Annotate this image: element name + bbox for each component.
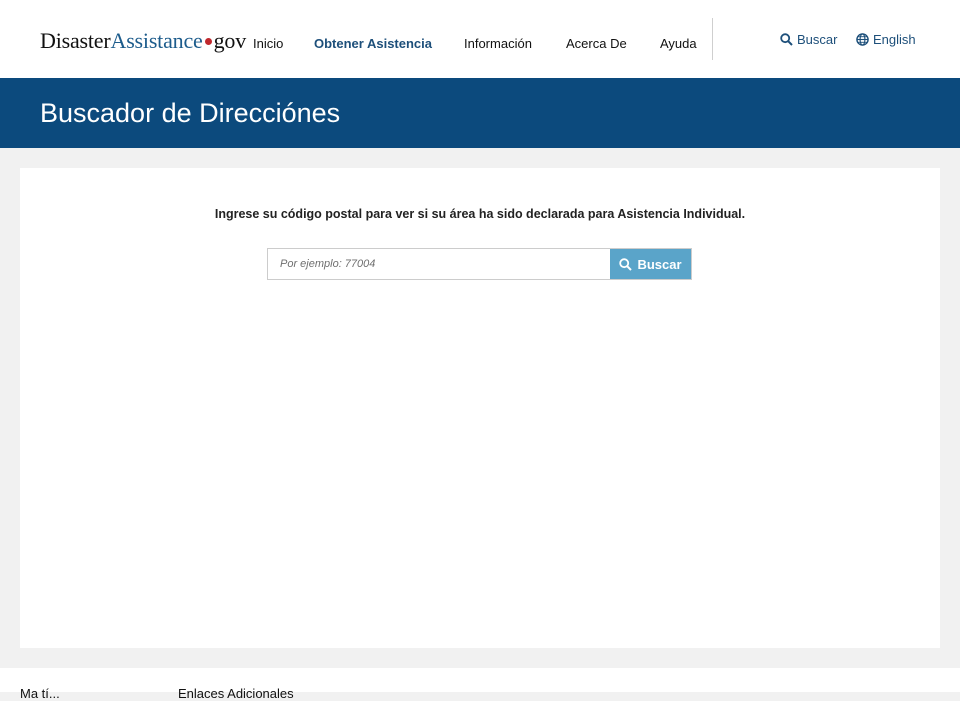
- logo-text-disaster: Disaster: [40, 28, 111, 53]
- zip-instructions: Ingrese su código postal para ver si su …: [214, 207, 746, 221]
- nav-item-obtener-asistencia[interactable]: Obtener Asistencia: [314, 36, 432, 51]
- footer-link[interactable]: Enlaces Adicionales: [178, 686, 294, 701]
- search-icon: [780, 33, 793, 46]
- zip-search-button[interactable]: Buscar: [610, 249, 691, 279]
- globe-icon: [856, 33, 869, 46]
- page-banner: Buscador de Direcciónes: [0, 78, 960, 148]
- footer-link[interactable]: Ma tí...: [20, 686, 60, 701]
- language-label: English: [873, 32, 916, 47]
- logo-text-gov: gov: [213, 28, 247, 53]
- top-navigation-bar: DisasterAssistance gov Inicio Obtener Asi…: [0, 0, 960, 78]
- language-toggle[interactable]: English: [856, 32, 916, 47]
- zip-code-input[interactable]: [268, 249, 612, 279]
- nav-item-acerca-de[interactable]: Acerca De: [566, 36, 627, 51]
- zip-search-button-label: Buscar: [637, 256, 682, 272]
- page-title: Buscador de Direcciónes: [40, 98, 341, 128]
- header-search-link[interactable]: Buscar: [780, 32, 837, 47]
- address-finder-card: Ingrese su código postal para ver si su …: [20, 168, 940, 648]
- logo-dot-icon: [204, 38, 212, 46]
- logo-text-assistance: Assistance: [110, 28, 203, 53]
- header-search-label: Buscar: [797, 32, 838, 47]
- search-icon: [619, 257, 633, 271]
- site-logo[interactable]: DisasterAssistance gov: [40, 28, 246, 54]
- nav-item-inicio[interactable]: Inicio: [253, 36, 283, 51]
- nav-item-ayuda[interactable]: Ayuda: [660, 36, 697, 51]
- nav-divider: [712, 18, 713, 60]
- footer: Ma tí... Enlaces Adicionales: [0, 668, 960, 701]
- nav-item-informacion[interactable]: Información: [464, 36, 532, 51]
- zip-search-form: Buscar: [267, 248, 692, 280]
